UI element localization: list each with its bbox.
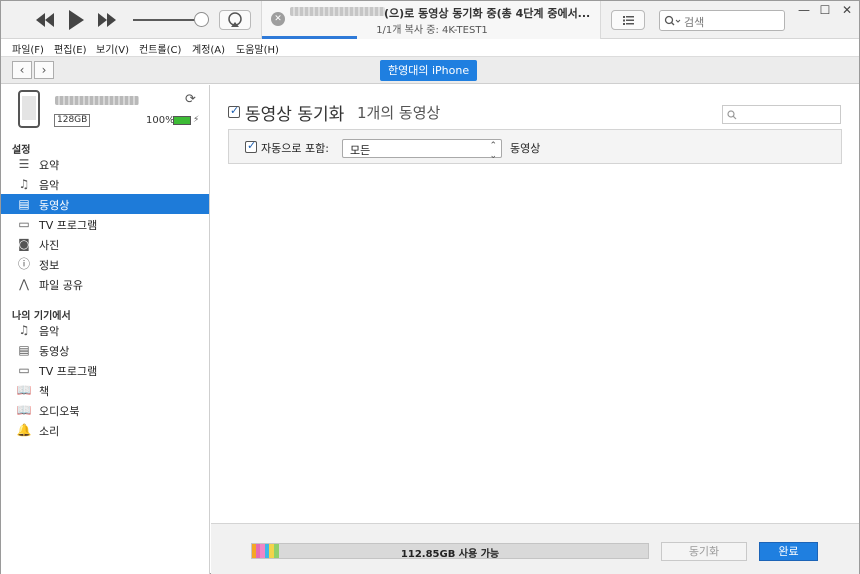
redacted-device-name	[290, 7, 385, 16]
sidebar-item-label: 책	[39, 385, 50, 398]
audiobook-icon: 📖	[16, 403, 32, 417]
auto-include-row: 자동으로 포함: 모든 ⌃⌄ 동영상	[228, 129, 842, 164]
back-button[interactable]: ‹	[12, 61, 32, 79]
storage-available-label: 112.85GB 사용 가능	[400, 549, 500, 560]
movie-count: 1개의 동영상	[357, 104, 441, 122]
now-playing-status: (으)로 동영상 동기화 중(총 4단계 중에서...	[384, 7, 591, 20]
sync-button[interactable]: 동기화	[661, 542, 747, 561]
search-icon	[727, 110, 737, 120]
tv-icon: ▭	[18, 363, 30, 377]
device-capacity: 128GB	[54, 114, 91, 127]
tv-icon: ▭	[18, 217, 30, 231]
menu-file[interactable]: 파일(F)	[12, 41, 44, 56]
volume-slider[interactable]	[133, 19, 203, 21]
sidebar-item-tv[interactable]: ▭ TV 프로그램	[1, 214, 209, 234]
now-playing-detail: 1/1개 복사 중: 4K-TEST1	[376, 25, 488, 36]
sidebar-item-info[interactable]: ⓘ 정보	[1, 254, 209, 274]
sidebar-item-label: 음악	[39, 179, 60, 192]
music-icon: ♫	[18, 323, 30, 337]
device-item-movie[interactable]: ▤ 동영상	[1, 340, 209, 360]
battery-level	[174, 117, 190, 124]
done-button[interactable]: 완료	[759, 542, 818, 561]
apps-icon: ⋀	[19, 277, 29, 291]
search-icon	[664, 15, 681, 26]
page-title: 동영상 동기화	[245, 105, 345, 125]
up-next-button[interactable]	[611, 10, 645, 30]
menu-bar: 파일(F) 편집(E) 보기(V) 컨트롤(C) 계정(A) 도움말(H)	[1, 39, 859, 56]
bell-icon: 🔔	[16, 423, 32, 437]
sidebar-item-label: 동영상	[39, 345, 70, 358]
music-icon: ♫	[18, 177, 30, 191]
device-item-book[interactable]: 📖 책	[1, 380, 209, 400]
sidebar-item-label: 오디오북	[39, 405, 80, 418]
sidebar-item-label: 요약	[39, 159, 60, 172]
sidebar-item-label: 음악	[39, 325, 60, 338]
sidebar-item-apps[interactable]: ⋀ 파일 공유	[1, 274, 209, 294]
sidebar-item-label: 동영상	[39, 199, 70, 212]
airplay-button[interactable]	[219, 10, 251, 30]
sidebar-item-label: TV 프로그램	[39, 219, 98, 232]
camera-icon: ◙	[18, 237, 30, 251]
minimize-button[interactable]: —	[795, 3, 813, 17]
book-icon: 📖	[16, 383, 32, 397]
device-item-music[interactable]: ♫ 음악	[1, 320, 209, 340]
movie-search-field[interactable]	[722, 105, 841, 124]
play-icon[interactable]	[68, 10, 84, 30]
main-content: 동영상 동기화 1개의 동영상 자동으로 포함: 모든 ⌃⌄ 동영상	[211, 85, 859, 523]
itunes-window: ✕ (으)로 동영상 동기화 중(총 4단계 중에서... 1/1개 복사 중:…	[0, 0, 860, 574]
fast-forward-icon[interactable]	[97, 13, 117, 27]
device-item-bell[interactable]: 🔔 소리	[1, 420, 209, 440]
auto-include-suffix: 동영상	[510, 142, 541, 155]
now-playing-display: ✕ (으)로 동영상 동기화 중(총 4단계 중에서... 1/1개 복사 중:…	[261, 1, 601, 39]
device-button[interactable]: 한영대의 iPhone	[380, 60, 478, 81]
storage-bar: 112.85GB 사용 가능	[251, 543, 649, 560]
sidebar-item-label: TV 프로그램	[39, 365, 98, 378]
footer-bar: 112.85GB 사용 가능 동기화 완료	[211, 523, 859, 574]
list-icon	[623, 16, 634, 25]
sidebar-item-label: 소리	[39, 425, 60, 438]
sidebar-item-label: 사진	[39, 239, 60, 252]
sync-status-icon: ⟳	[185, 92, 196, 107]
menu-view[interactable]: 보기(V)	[96, 41, 129, 56]
menu-account[interactable]: 계정(A)	[192, 41, 225, 56]
sidebar-item-music[interactable]: ♫ 음악	[1, 174, 209, 194]
player-bar: ✕ (으)로 동영상 동기화 중(총 4단계 중에서... 1/1개 복사 중:…	[1, 1, 859, 39]
sidebar-item-label: 파일 공유	[39, 279, 83, 292]
menu-edit[interactable]: 편집(E)	[54, 41, 87, 56]
close-window-button[interactable]: ✕	[838, 3, 856, 17]
volume-knob[interactable]	[194, 12, 209, 27]
sidebar-item-camera[interactable]: ◙ 사진	[1, 234, 209, 254]
iphone-icon	[18, 90, 40, 128]
menu-controls[interactable]: 컨트롤(C)	[139, 41, 181, 56]
auto-include-select[interactable]: 모든 ⌃ ⌄	[342, 139, 502, 161]
info-icon: ⓘ	[17, 257, 30, 271]
redacted-device-label	[55, 96, 139, 105]
navigation-bar: ‹ › 한영대의 iPhone	[1, 56, 859, 84]
charging-icon: ⚡	[193, 115, 200, 125]
movie-icon: ▤	[18, 343, 30, 357]
sidebar-item-movie[interactable]: ▤ 동영상	[1, 194, 209, 214]
forward-button[interactable]: ›	[34, 61, 54, 79]
rewind-icon[interactable]	[35, 13, 55, 27]
battery-icon	[173, 116, 191, 125]
select-caret-icon: ⌃ ⌄	[489, 141, 497, 161]
search-placeholder: 검색	[684, 16, 705, 29]
sidebar-item-summary[interactable]: ☰ 요약	[1, 154, 209, 174]
auto-include-value: 모든	[350, 144, 371, 157]
auto-include-checkbox[interactable]	[245, 139, 257, 153]
search-field[interactable]: 검색	[659, 10, 785, 31]
sync-movies-checkbox[interactable]	[228, 104, 240, 118]
menu-help[interactable]: 도움말(H)	[236, 41, 279, 56]
device-item-tv[interactable]: ▭ TV 프로그램	[1, 360, 209, 380]
sidebar-item-label: 정보	[39, 259, 60, 272]
battery-percent: 100%	[146, 115, 175, 126]
device-item-audiobook[interactable]: 📖 오디오북	[1, 400, 209, 420]
maximize-button[interactable]: ☐	[816, 3, 834, 17]
auto-include-label: 자동으로 포함:	[261, 142, 329, 155]
airplay-icon	[228, 12, 242, 27]
summary-icon: ☰	[18, 157, 30, 171]
movie-icon: ▤	[18, 197, 30, 211]
sidebar: ⟳ 128GB 100% ⚡ 설정 ☰ 요약 ♫ 음악 ▤ 동영상 ▭ TV 프로그램 ◙ 사진 ⓘ…	[1, 85, 210, 574]
